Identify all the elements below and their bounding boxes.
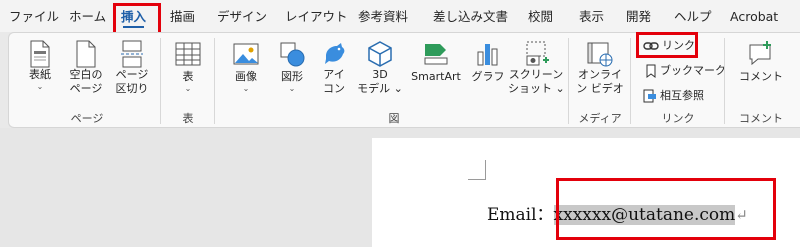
tab-design[interactable]: デザイン <box>217 7 267 27</box>
bookmark-label: ブックマーク <box>660 64 726 77</box>
bookmark-button[interactable]: ブックマーク <box>645 63 726 79</box>
icons-label-2: コン <box>323 82 345 95</box>
chart-button[interactable]: グラフ <box>470 40 506 84</box>
comments-group-label: コメント <box>739 112 783 125</box>
picture-icon <box>233 43 259 65</box>
smartart-button[interactable]: SmartArt <box>406 40 466 84</box>
group-divider <box>160 38 161 124</box>
cover-page-button[interactable]: 表紙 ⌄ <box>18 40 62 92</box>
3d-models-button[interactable]: 3D モデル ⌄ <box>356 40 404 96</box>
group-divider <box>568 38 569 124</box>
online-video-label-1: オンライ <box>578 68 622 81</box>
smartart-label: SmartArt <box>411 70 461 83</box>
tab-draw[interactable]: 描画 <box>170 7 195 27</box>
cover-page-icon <box>30 40 50 68</box>
3d-models-label-2: モデル ⌄ <box>357 82 403 95</box>
tab-developer[interactable]: 開発 <box>626 7 651 27</box>
blank-page-button[interactable]: 空白の ページ <box>64 40 108 96</box>
screenshot-button[interactable]: スクリーン ショット ⌄ <box>508 40 565 96</box>
shapes-label: 図形 <box>281 70 303 83</box>
bar-chart-icon <box>477 44 498 66</box>
table-button[interactable]: 表 ⌄ <box>168 40 208 94</box>
tab-references[interactable]: 参考資料 <box>358 7 408 27</box>
table-label: 表 <box>182 70 194 83</box>
page-break-label-2: 区切り <box>115 82 149 95</box>
shapes-icon <box>280 42 305 67</box>
chart-label: グラフ <box>471 70 505 83</box>
bird-icon <box>325 43 345 64</box>
icons-label-1: アイ <box>323 68 345 81</box>
tab-review[interactable]: 校閲 <box>528 7 553 27</box>
group-divider <box>630 38 631 124</box>
email-label: Email： <box>487 205 554 225</box>
page-break-label-1: ページ <box>115 68 149 81</box>
tab-acrobat[interactable]: Acrobat <box>730 7 778 27</box>
screenshot-label-1: スクリーン <box>508 68 564 81</box>
tab-view[interactable]: 表示 <box>579 7 604 27</box>
picture-button[interactable]: 画像 ⌄ <box>224 40 268 94</box>
blank-page-icon <box>76 40 96 68</box>
comment-icon <box>749 41 771 66</box>
cube-icon <box>368 41 392 67</box>
table-group-label: 表 <box>182 112 194 125</box>
illustrations-group-label: 図 <box>388 112 400 125</box>
tab-help[interactable]: ヘルプ <box>674 7 712 27</box>
online-video-label-2: ン ビデオ <box>576 82 624 95</box>
cross-reference-icon <box>643 89 656 103</box>
picture-label: 画像 <box>235 70 257 83</box>
screenshot-label-2: ショット ⌄ <box>508 82 565 95</box>
links-group-label: リンク <box>661 112 695 125</box>
chevron-down-icon: ⌄ <box>288 84 296 93</box>
email-highlight-box <box>556 178 776 240</box>
tab-home[interactable]: ホーム <box>69 7 106 27</box>
comment-label: コメント <box>739 70 783 83</box>
page-break-icon <box>121 40 143 68</box>
online-video-icon <box>587 42 613 67</box>
tab-mailings[interactable]: 差し込み文書 <box>433 7 508 27</box>
cross-reference-button[interactable]: 相互参照 <box>643 88 704 104</box>
tab-file[interactable]: ファイル <box>9 7 59 27</box>
new-comment-button[interactable]: コメント <box>736 40 786 84</box>
chevron-down-icon: ⌄ <box>242 84 250 93</box>
shapes-button[interactable]: 図形 ⌄ <box>270 40 314 94</box>
group-divider <box>724 38 725 124</box>
cover-page-label: 表紙 <box>29 68 51 81</box>
margin-crop-mark <box>468 160 486 180</box>
insert-tab-highlight <box>113 3 161 35</box>
link-button-highlight <box>636 32 698 58</box>
cross-reference-label: 相互参照 <box>660 89 704 102</box>
icons-button[interactable]: アイ コン <box>314 40 354 96</box>
bookmark-icon <box>646 64 656 78</box>
online-video-button[interactable]: オンライ ン ビデオ <box>574 40 626 96</box>
page-group-label: ページ <box>70 112 104 125</box>
3d-models-label-1: 3D <box>372 68 388 81</box>
table-icon <box>175 42 201 66</box>
page-break-button[interactable]: ページ 区切り <box>110 40 154 96</box>
smartart-icon <box>424 44 448 65</box>
chevron-down-icon: ⌄ <box>36 82 44 91</box>
screenshot-icon <box>526 41 549 66</box>
tab-layout[interactable]: レイアウト <box>285 7 348 27</box>
group-divider <box>214 38 215 124</box>
chevron-down-icon: ⌄ <box>184 84 192 93</box>
media-group-label: メディア <box>578 112 622 125</box>
blank-page-label-1: 空白の <box>69 68 103 81</box>
blank-page-label-2: ページ <box>69 82 103 95</box>
